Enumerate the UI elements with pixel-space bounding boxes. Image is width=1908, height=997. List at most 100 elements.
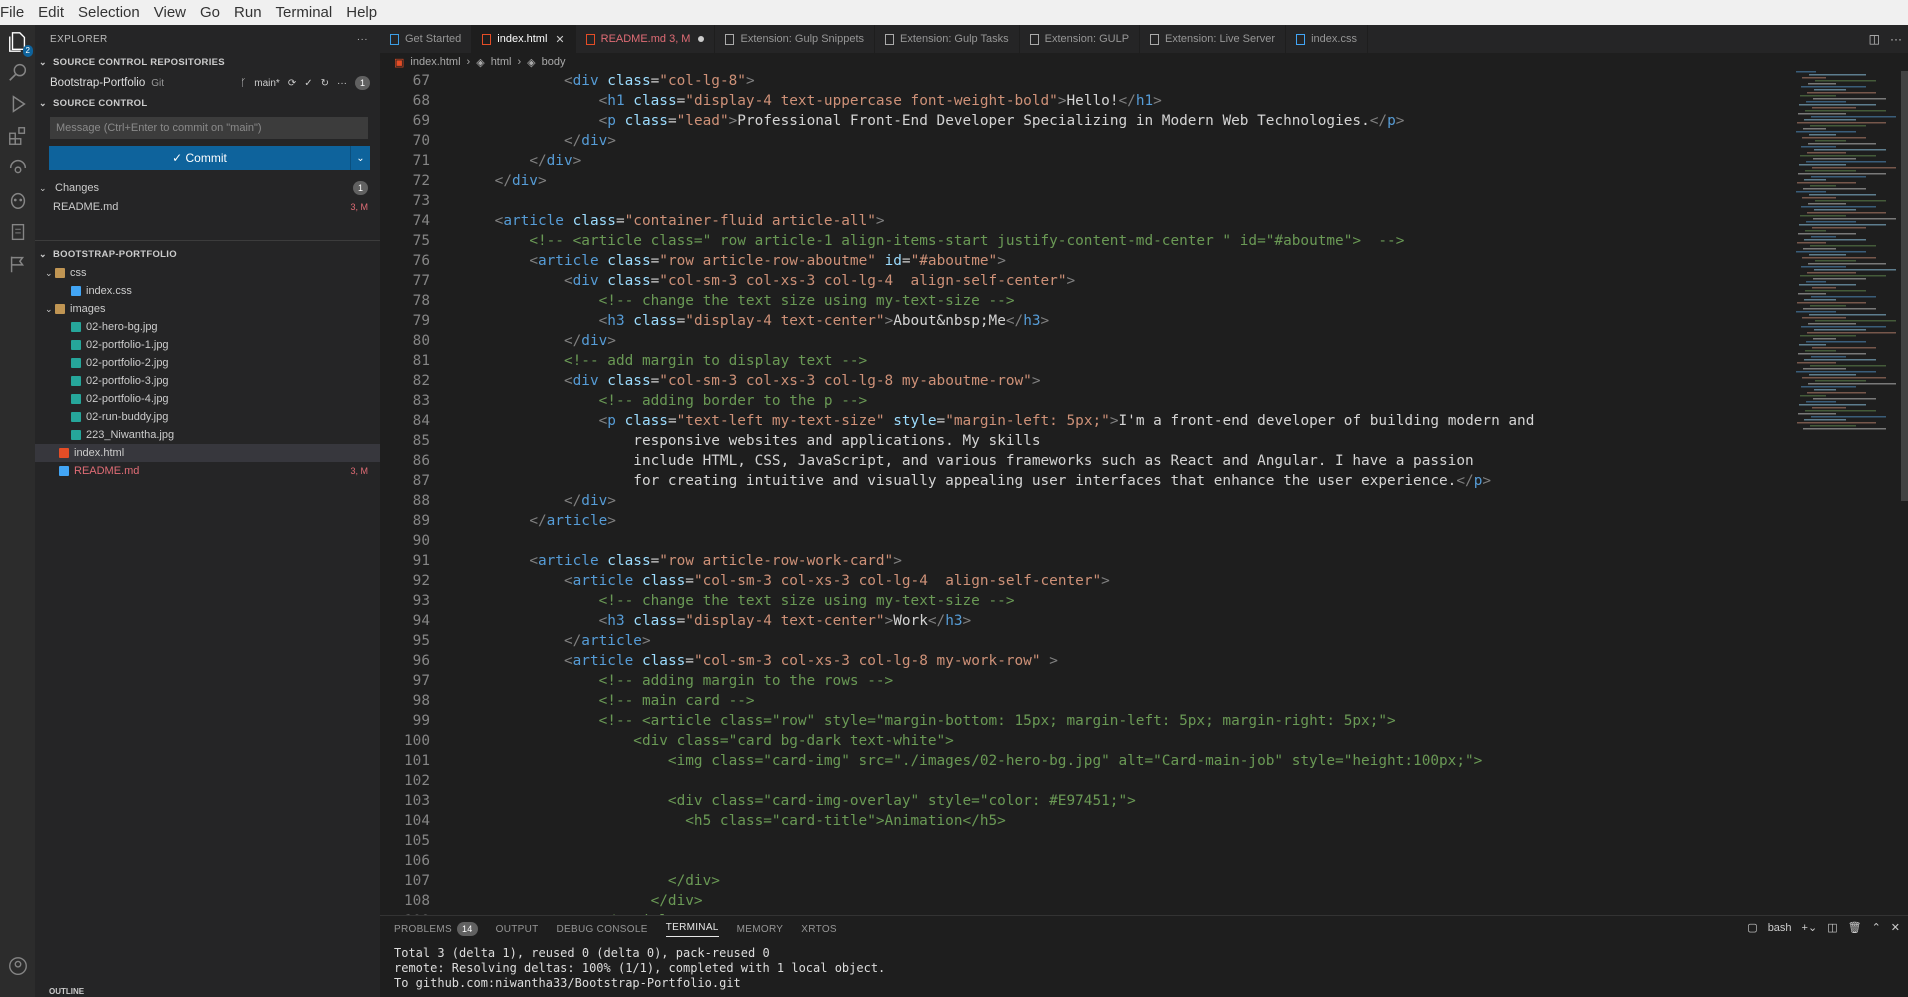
code-line[interactable]: 94 <h3 class="display-4 text-center">Wor… [380,611,1780,631]
menu-file[interactable]: File [0,4,32,21]
trash-icon[interactable]: 🗑 [1848,921,1862,934]
breadcrumb-file[interactable]: index.html [410,56,460,68]
breadcrumb-html[interactable]: html [491,56,512,68]
more-actions-button[interactable]: ··· [357,34,368,45]
change-file-row[interactable]: README.md 3, M [35,198,380,216]
code-line[interactable]: 92 <article class="col-sm-3 col-xs-3 col… [380,571,1780,591]
code-line[interactable]: 107 </div> [380,871,1780,891]
terminal-shell[interactable]: bash [1768,922,1792,934]
remote-explorer-icon[interactable] [5,155,31,181]
tree-item[interactable]: index.css [35,282,380,300]
repo-row[interactable]: Bootstrap-Portfolio Git ᚴ main* ⟳ ✓ ↻ ··… [35,72,380,94]
tree-item[interactable]: 02-portfolio-4.jpg [35,390,380,408]
tab-6[interactable]: Extension: Live Server [1140,25,1287,53]
panel-tab-xrtos[interactable]: XRTOS [801,924,837,935]
more-icon[interactable]: ··· [337,78,347,89]
code-line[interactable]: 68 <h1 class="display-4 text-uppercase f… [380,91,1780,111]
code-line[interactable]: 80 </div> [380,331,1780,351]
code-line[interactable]: 89 </article> [380,511,1780,531]
terminal-output[interactable]: Total 3 (delta 1), reused 0 (delta 0), p… [380,942,1908,995]
breadcrumb-body[interactable]: body [542,56,566,68]
tab-5[interactable]: Extension: GULP [1020,25,1141,53]
editor-scrollbar[interactable] [1901,71,1908,501]
unsaved-dot-icon[interactable] [698,36,705,42]
menu-run[interactable]: Run [234,4,270,21]
code-line[interactable]: 90 [380,531,1780,551]
code-line[interactable]: 97 <!-- adding margin to the rows --> [380,671,1780,691]
panel-tab-terminal[interactable]: TERMINAL [665,922,719,937]
run-debug-icon[interactable] [5,91,31,117]
code-line[interactable]: 71 </div> [380,151,1780,171]
tab-4[interactable]: Extension: Gulp Tasks [875,25,1020,53]
account-icon[interactable] [5,953,31,979]
code-line[interactable]: 75 <!-- <article class=" row article-1 a… [380,231,1780,251]
code-line[interactable]: 67 <div class="col-lg-8"> [380,71,1780,91]
code-line[interactable]: 102 [380,771,1780,791]
tab-7[interactable]: index.css [1286,25,1368,53]
panel-tab-output[interactable]: OUTPUT [496,924,539,935]
scm-repos-section[interactable]: ⌄ SOURCE CONTROL REPOSITORIES [35,53,380,72]
code-editor[interactable]: 67 <div class="col-lg-8"> 68 <h1 class="d… [380,71,1780,935]
code-line[interactable]: 79 <h3 class="display-4 text-center">Abo… [380,311,1780,331]
close-panel-icon[interactable]: ✕ [1891,921,1900,934]
code-line[interactable]: 96 <article class="col-sm-3 col-xs-3 col… [380,651,1780,671]
tree-item[interactable]: ⌄ images [35,300,380,318]
extensions-icon[interactable] [5,123,31,149]
tree-item[interactable]: README.md 3, M [35,462,380,480]
code-line[interactable]: 73 [380,191,1780,211]
code-line[interactable]: 100 <div class="card bg-dark text-white"… [380,731,1780,751]
code-line[interactable]: 74 <article class="container-fluid artic… [380,211,1780,231]
code-line[interactable]: 87 for creating intuitive and visually a… [380,471,1780,491]
sync-icon[interactable]: ⟳ [288,78,296,89]
maximize-panel-icon[interactable]: ⌃ [1872,921,1881,934]
code-line[interactable]: 104 <h5 class="card-title">Animation</h5… [380,811,1780,831]
code-line[interactable]: 98 <!-- main card --> [380,691,1780,711]
code-line[interactable]: 106 [380,851,1780,871]
code-line[interactable]: 88 </div> [380,491,1780,511]
code-line[interactable]: 72 </div> [380,171,1780,191]
menu-selection[interactable]: Selection [78,4,148,21]
outline-section[interactable]: OUTLINE [35,987,380,997]
menu-go[interactable]: Go [200,4,228,21]
panel-tab-memory[interactable]: MEMORY [737,924,784,935]
chevron-down-icon[interactable]: ⌄ [350,146,370,170]
tree-item[interactable]: 02-hero-bg.jpg [35,318,380,336]
menu-help[interactable]: Help [346,4,385,21]
code-line[interactable]: 81 <!-- add margin to display text --> [380,351,1780,371]
alien-extension-icon[interactable] [5,187,31,213]
branch-icon[interactable]: ᚴ [240,78,246,89]
tree-item[interactable]: 02-portfolio-1.jpg [35,336,380,354]
scm-section[interactable]: ⌄ SOURCE CONTROL [35,94,380,113]
menu-view[interactable]: View [154,4,194,21]
code-line[interactable]: 105 [380,831,1780,851]
tab-3[interactable]: Extension: Gulp Snippets [715,25,876,53]
menu-edit[interactable]: Edit [38,4,72,21]
code-line[interactable]: 101 <img class="card-img" src="./images/… [380,751,1780,771]
code-line[interactable]: 82 <div class="col-sm-3 col-xs-3 col-lg-… [380,371,1780,391]
flag-icon[interactable] [5,251,31,277]
explorer-icon[interactable]: 2 [5,29,33,57]
panel-tab-debug-console[interactable]: DEBUG CONSOLE [557,924,648,935]
code-line[interactable]: 86 include HTML, CSS, JavaScript, and va… [380,451,1780,471]
refresh-icon[interactable]: ↻ [321,78,329,89]
code-line[interactable]: 103 <div class="card-img-overlay" style=… [380,791,1780,811]
commit-button[interactable]: ✓ Commit [49,146,350,170]
more-icon[interactable]: ··· [1890,32,1902,46]
tree-item[interactable]: index.html [35,444,380,462]
docs-icon[interactable] [5,219,31,245]
tree-item[interactable]: 02-portfolio-2.jpg [35,354,380,372]
tree-item[interactable]: 02-run-buddy.jpg [35,408,380,426]
tree-item[interactable]: 223_Niwantha.jpg [35,426,380,444]
code-line[interactable]: 83 <!-- adding border to the p --> [380,391,1780,411]
panel-tab-problems[interactable]: PROBLEMS 14 [394,922,478,936]
code-line[interactable]: 108 </div> [380,891,1780,911]
tab-1[interactable]: index.html ✕ [472,25,576,53]
tree-item[interactable]: 02-portfolio-3.jpg [35,372,380,390]
code-line[interactable]: 95 </article> [380,631,1780,651]
code-line[interactable]: 99 <!-- <article class="row" style="marg… [380,711,1780,731]
changes-group[interactable]: ⌄ Changes 1 [35,178,380,198]
menu-terminal[interactable]: Terminal [276,4,341,21]
code-line[interactable]: 69 <p class="lead">Professional Front-En… [380,111,1780,131]
commit-message-input[interactable]: Message (Ctrl+Enter to commit on "main") [50,117,368,139]
split-terminal-icon[interactable]: ◫ [1827,921,1837,934]
